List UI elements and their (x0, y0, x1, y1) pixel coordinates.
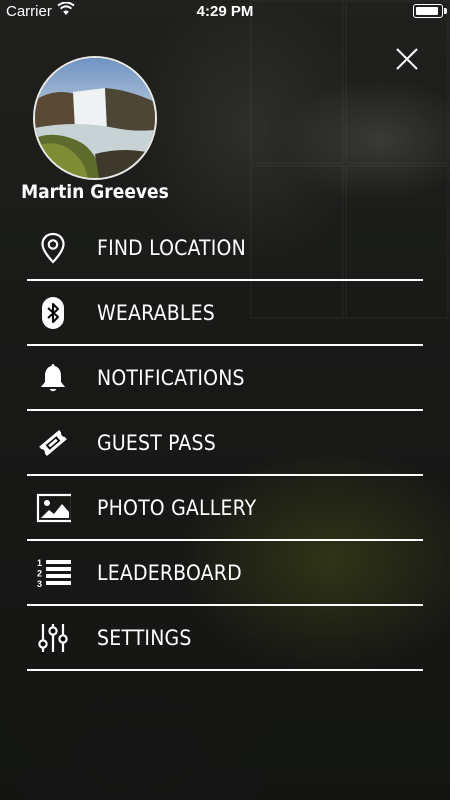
menu-item-label: FIND LOCATION (97, 236, 246, 260)
avatar[interactable] (33, 56, 157, 180)
close-icon[interactable] (394, 46, 420, 72)
waterfall-photo (35, 58, 155, 178)
menu-item-label: LEADERBOARD (97, 561, 242, 585)
bell-icon (41, 364, 65, 392)
bluetooth-icon (42, 297, 64, 329)
ticket-icon (39, 430, 67, 456)
menu-item-label: GUEST PASS (97, 431, 216, 455)
image-icon (36, 493, 71, 523)
status-bar: Carrier 4:29 PM (0, 0, 450, 22)
clock: 4:29 PM (196, 3, 254, 20)
menu-item-settings[interactable]: SETTINGS (27, 606, 423, 671)
menu-item-label: WEARABLES (97, 301, 215, 325)
menu-item-photo-gallery[interactable]: PHOTO GALLERY (27, 476, 423, 541)
map-pin-icon (41, 232, 65, 264)
battery-level (416, 7, 439, 15)
svg-text:3: 3 (37, 579, 42, 589)
profile-name: Martin Greeves (21, 181, 169, 203)
menu-item-guest-pass[interactable]: GUEST PASS (27, 411, 423, 476)
side-menu: FIND LOCATION WEARABLES NOTIFICATIONS GU… (27, 216, 423, 671)
numbered-list-icon: 1 2 3 (37, 558, 71, 589)
svg-text:1: 1 (37, 558, 42, 568)
menu-item-leaderboard[interactable]: 1 2 3 LEADERBOARD (27, 541, 423, 606)
menu-item-notifications[interactable]: NOTIFICATIONS (27, 346, 423, 411)
menu-item-find-location[interactable]: FIND LOCATION (27, 216, 423, 281)
menu-item-label: SETTINGS (97, 626, 192, 650)
battery-icon (413, 4, 447, 18)
svg-text:2: 2 (37, 569, 42, 579)
menu-item-wearables[interactable]: WEARABLES (27, 281, 423, 346)
sliders-icon (38, 624, 68, 652)
menu-item-label: NOTIFICATIONS (97, 366, 245, 390)
menu-item-label: PHOTO GALLERY (97, 496, 257, 520)
